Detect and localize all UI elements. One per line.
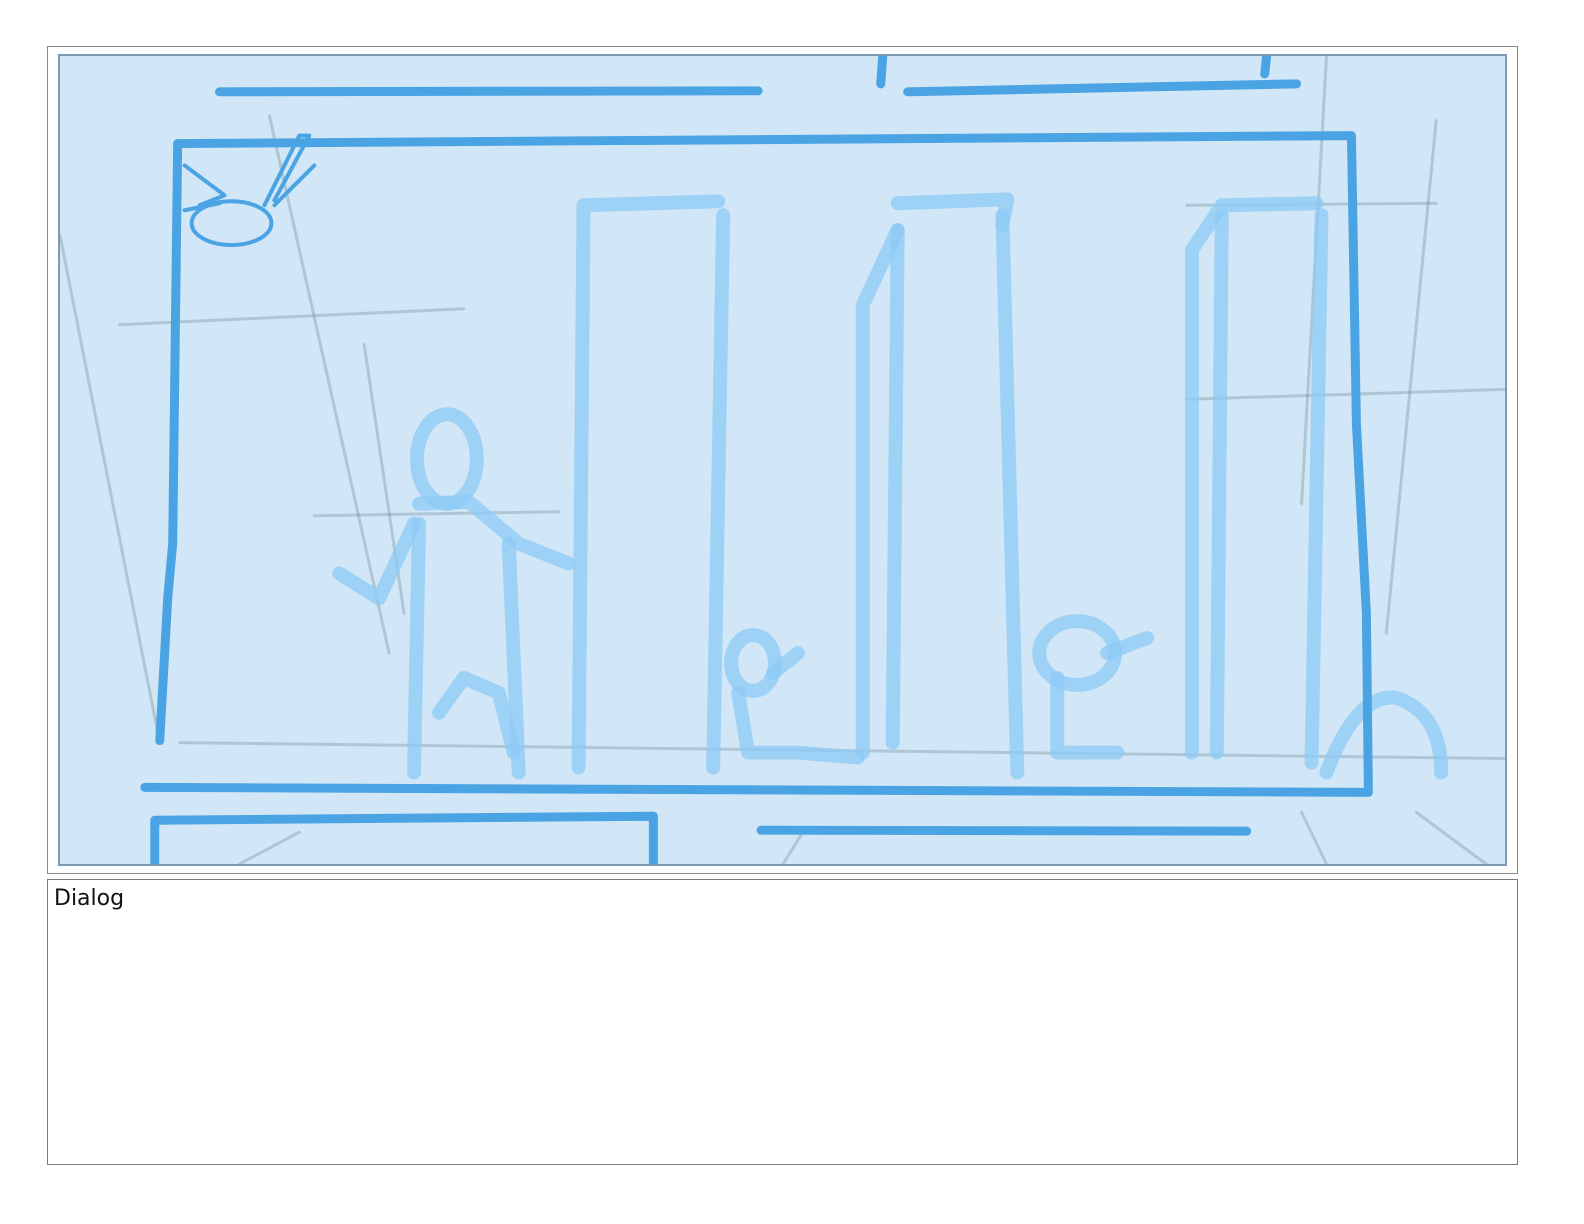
panel-drawing-canvas[interactable] bbox=[58, 54, 1507, 866]
sketch-drawing bbox=[60, 56, 1505, 864]
storyboard-panel[interactable] bbox=[47, 46, 1518, 874]
dialog-box[interactable]: Dialog bbox=[47, 879, 1518, 1165]
dialog-label: Dialog bbox=[54, 886, 125, 911]
dialog-text-area[interactable] bbox=[54, 920, 1511, 1158]
storyboard-page: Dialog bbox=[0, 0, 1584, 1224]
background-sketch bbox=[332, 192, 1449, 780]
main-sketch bbox=[140, 56, 1373, 864]
